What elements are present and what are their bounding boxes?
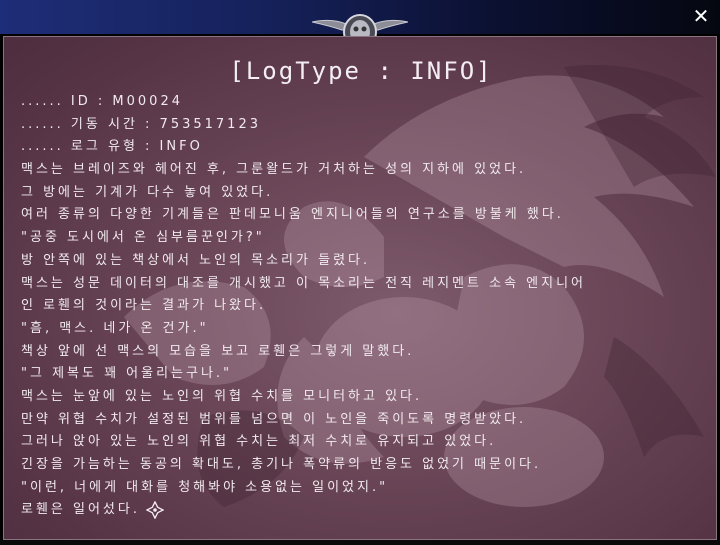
log-line: 그러나 앉아 있는 노인의 위협 수치는 최저 수치로 유지되고 있었다. (21, 434, 497, 450)
log-line: ...... 로그 유형 : INFO (21, 139, 203, 155)
log-line: "이런, 너에게 대화를 청해봐야 소용없는 일이었지." (21, 479, 389, 495)
log-line: ...... 기동 시간 : 753517123 (21, 116, 261, 132)
log-panel: [LogType : INFO] ...... ID : M00024 ....… (3, 36, 717, 540)
log-line: "흠, 맥스. 네가 온 건가." (21, 320, 209, 336)
log-line: 맥스는 브레이즈와 헤어진 후, 그룬왈드가 거처하는 성의 지하에 있었다. (21, 162, 527, 178)
log-window: ✕ [LogType : INFO] ...... ID : M00024 ..… (0, 0, 720, 545)
log-line: 맥스는 눈앞에 있는 노인의 위협 수치를 모니터하고 있다. (21, 388, 423, 404)
log-line: "공중 도시에서 온 심부름꾼인가?" (21, 230, 265, 246)
log-line: "그 제복도 꽤 어울리는구나." (21, 366, 233, 382)
log-line: 인 로휀의 것이라는 결과가 나왔다. (21, 298, 267, 314)
log-line: 그 방에는 기계가 다수 놓여 있었다. (21, 184, 274, 200)
continue-cursor-icon[interactable] (146, 500, 164, 519)
log-line: 로휀은 일어섰다. (21, 502, 140, 518)
log-line: 방 안쪽에 있는 책상에서 노인의 목소리가 들렸다. (21, 252, 371, 268)
log-line-last: 로휀은 일어섰다. (21, 499, 711, 522)
log-line: ...... ID : M00024 (21, 94, 183, 109)
log-line: 책상 앞에 선 맥스의 모습을 보고 로휀은 그렇게 말했다. (21, 343, 415, 359)
bottom-border (0, 540, 720, 545)
log-type-title: [LogType : INFO] (229, 57, 493, 85)
log-line: 긴장을 가늠하는 동공의 확대도, 총기나 폭약류의 반응도 없었기 때문이다. (21, 457, 542, 472)
log-line: 만약 위협 수치가 설정된 범위를 넘으면 이 노인을 죽이도록 명령받았다. (21, 411, 527, 427)
close-button[interactable]: ✕ (690, 5, 712, 27)
log-line: 맥스는 성문 데이터의 대조를 개시했고 이 목소리는 전직 레지멘트 소속 엔… (21, 275, 587, 291)
log-line: 여러 종류의 다양한 기계들은 판데모니움 엔지니어들의 연구소를 방불케 했다… (21, 207, 564, 223)
close-icon[interactable]: ✕ (693, 4, 710, 28)
log-text: ...... ID : M00024 ...... 기동 시간 : 753517… (21, 91, 711, 522)
